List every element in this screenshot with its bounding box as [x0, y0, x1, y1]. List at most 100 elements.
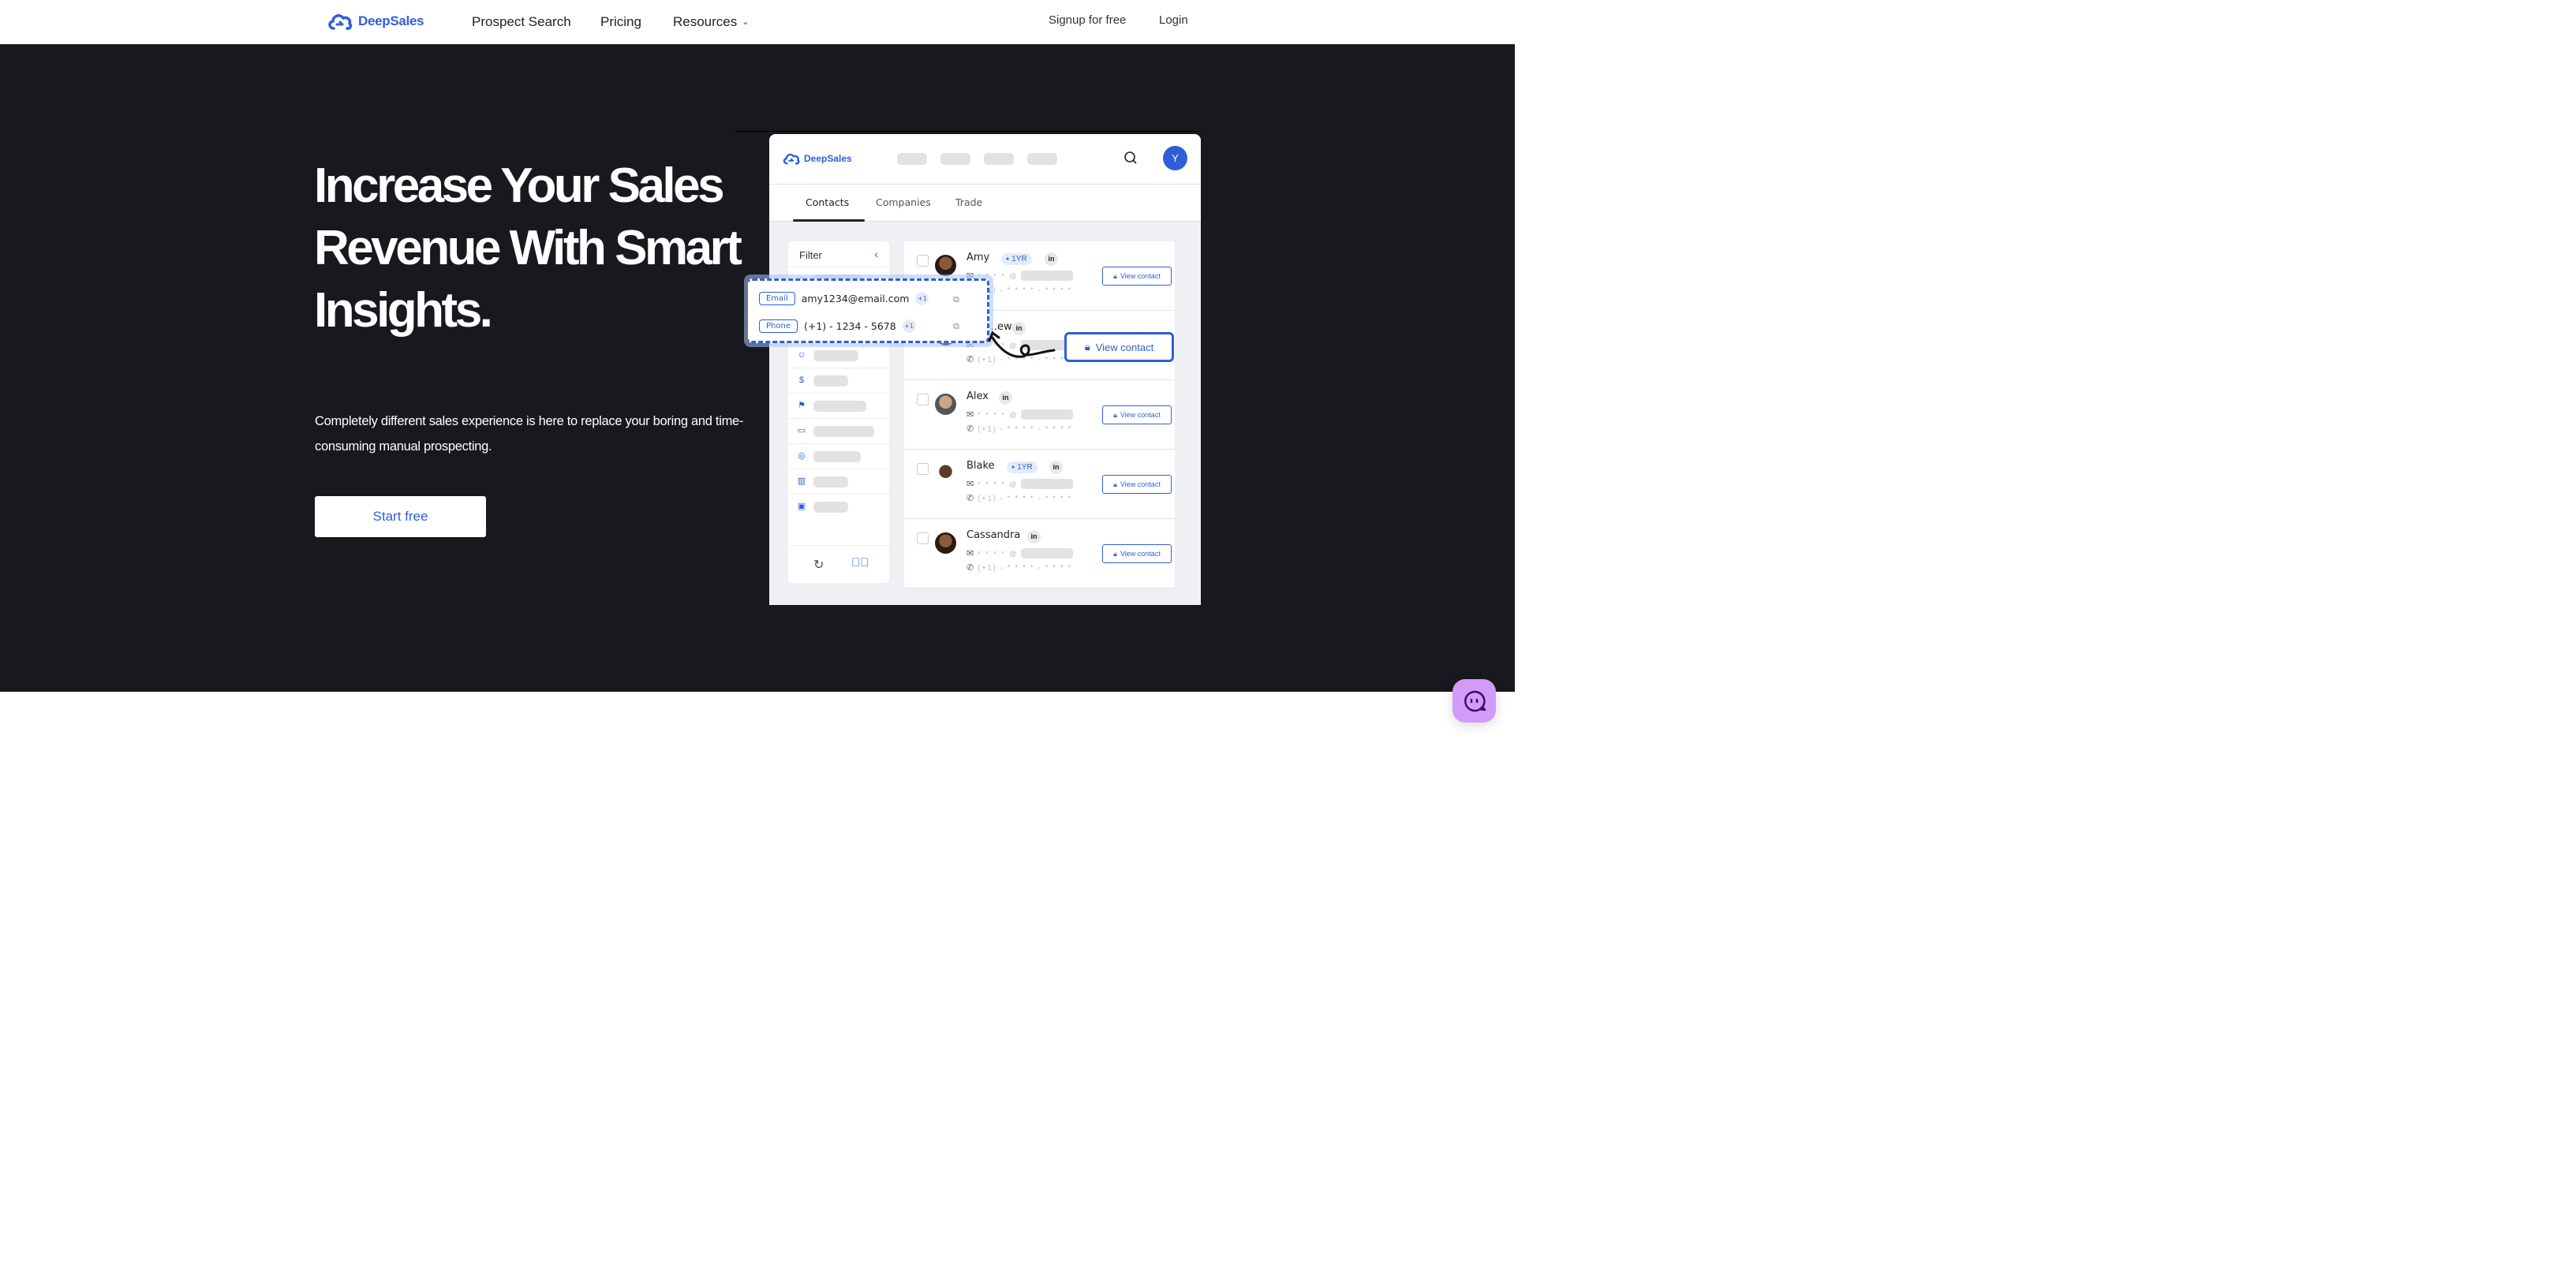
masked-email: ✉* * * * @: [966, 479, 1074, 489]
luggage-icon: ▥: [797, 476, 806, 486]
chat-widget-button[interactable]: [1453, 679, 1496, 723]
masked-email: ✉* * * * @: [966, 548, 1074, 558]
popup-phone-row: Phone (+1) - 1234 - 5678 +1: [759, 319, 916, 333]
mail-icon: ✉: [966, 549, 974, 558]
cloud-logo-icon: [328, 14, 353, 30]
phone-icon: ✆: [966, 494, 974, 503]
apply-check-icon[interactable]: ✓⃝: [851, 556, 869, 570]
brand-logo[interactable]: DeepSales: [327, 11, 424, 32]
avatar: [935, 463, 956, 484]
linkedin-icon[interactable]: in: [999, 391, 1012, 405]
cloud-logo-icon: [783, 153, 800, 165]
masked-phone: ✆(+1) - * * * * - * * * *: [966, 494, 1072, 503]
chart-chat-icon: ▣: [797, 502, 806, 511]
mockup-tabs: Contacts Companies Trade: [769, 185, 1201, 222]
login-link[interactable]: Login: [1159, 13, 1188, 27]
contact-name: Amy: [966, 252, 990, 263]
lock-icon: 🔒︎: [1113, 549, 1117, 558]
filter-item[interactable]: ⚑: [788, 393, 889, 418]
search-icon[interactable]: [1123, 151, 1138, 165]
phone-icon: ✆: [966, 355, 974, 364]
view-contact-button[interactable]: 🔒︎ View contact: [1102, 267, 1172, 286]
linkedin-icon[interactable]: in: [1045, 252, 1058, 266]
contact-row[interactable]: Alex in ✉ * * * * @ ✆ (+1) - * * * * - * *…: [904, 380, 1175, 450]
nav-resources[interactable]: Resources ⌄: [673, 14, 749, 30]
dollar-icon: $: [798, 375, 805, 385]
tenure-badge: 1YR: [1001, 253, 1032, 265]
contact-name: Blake: [966, 460, 995, 472]
filter-item[interactable]: ▭: [788, 418, 889, 443]
phone-label: Phone: [759, 319, 798, 333]
view-contact-button[interactable]: 🔒︎ View contact: [1102, 544, 1172, 563]
row-checkbox[interactable]: [917, 394, 929, 405]
reset-icon[interactable]: ↻: [813, 557, 824, 573]
avatar: [935, 394, 956, 415]
mockup-logo: DeepSales: [782, 151, 852, 166]
collapse-chevron-icon[interactable]: ‹: [874, 248, 878, 260]
briefcase-icon: ▭: [797, 426, 806, 435]
phone-icon: ✆: [966, 424, 974, 434]
flag-icon: ⚑: [798, 401, 806, 410]
mail-icon: ✉: [966, 480, 974, 489]
nav-placeholder: [984, 153, 1014, 165]
filter-item[interactable]: ▥: [788, 469, 889, 494]
contact-row[interactable]: Cassandra in ✉ * * * * @ ✆ (+1) - * * * * …: [904, 519, 1175, 588]
mockup-brand-name: DeepSales: [804, 153, 852, 164]
revealed-email[interactable]: amy1234@email.com: [802, 293, 910, 304]
linkedin-icon[interactable]: in: [1049, 461, 1063, 474]
row-checkbox[interactable]: [917, 255, 929, 267]
extra-count-badge: +1: [915, 292, 929, 305]
view-contact-button[interactable]: 🔒︎ View contact: [1102, 475, 1172, 494]
email-label: Email: [759, 292, 795, 305]
masked-phone: ✆(+1) - * * * * - * * * *: [966, 563, 1072, 573]
filter-item[interactable]: ▣: [788, 494, 889, 519]
copy-icon[interactable]: ⧉: [953, 295, 959, 305]
view-contact-button[interactable]: 🔒︎ View contact: [1102, 405, 1172, 424]
contact-row[interactable]: Blake 1YR in ✉* * * * @ ✆(+1) - * * * * …: [904, 450, 1175, 519]
brand-name: DeepSales: [358, 13, 424, 28]
hero-headline: Increase Your Sales Revenue With Smart I…: [314, 159, 742, 338]
signup-link[interactable]: Signup for free: [1049, 13, 1126, 27]
filter-footer: ↻ ✓⃝: [788, 545, 889, 583]
copy-icon[interactable]: ⧉: [953, 322, 959, 332]
lock-icon: 🔒︎: [1084, 341, 1090, 353]
active-tab-indicator: [793, 219, 865, 222]
lock-icon: 🔒︎: [1113, 410, 1117, 419]
tab-contacts[interactable]: Contacts: [806, 196, 849, 208]
popup-card: Email amy1234@email.com +1 ⧉ Phone (+1) …: [748, 278, 989, 343]
start-free-button[interactable]: Start free: [315, 496, 486, 537]
contact-name: Cassandra: [966, 529, 1021, 541]
tenure-badge: 1YR: [1007, 461, 1038, 473]
phone-icon: ✆: [966, 563, 974, 573]
chevron-down-icon: ⌄: [742, 17, 750, 27]
nav-pricing[interactable]: Pricing: [600, 14, 641, 30]
hero-subtext: Completely different sales experience is…: [315, 414, 744, 454]
filter-item[interactable]: $: [788, 368, 889, 393]
filter-title: Filter: [799, 249, 822, 261]
contact-name: Alex: [966, 390, 989, 402]
curved-arrow-icon: [988, 331, 1056, 358]
row-checkbox[interactable]: [917, 532, 929, 544]
mail-icon: ✉: [966, 410, 974, 420]
view-contact-button-highlighted[interactable]: 🔒︎ View contact: [1064, 332, 1174, 362]
people-icon: ☺: [797, 350, 806, 360]
tab-companies[interactable]: Companies: [876, 196, 931, 208]
avatar: [935, 255, 956, 276]
nav-placeholder: [1027, 153, 1057, 165]
nav-placeholder: [940, 153, 970, 165]
linkedin-icon[interactable]: in: [1027, 530, 1041, 543]
row-checkbox[interactable]: [917, 463, 929, 475]
hero-section: [0, 44, 1515, 692]
contact-reveal-popup: Email amy1234@email.com +1 ⧉ Phone (+1) …: [744, 274, 993, 347]
nav-prospect-search[interactable]: Prospect Search: [472, 14, 571, 30]
chat-bubble-icon: [1464, 690, 1486, 711]
lock-icon: 🔒︎: [1113, 271, 1117, 280]
nav-placeholder: [897, 153, 927, 165]
user-avatar[interactable]: Y: [1163, 146, 1187, 170]
filter-item[interactable]: ◎: [788, 443, 889, 469]
top-nav: DeepSales Prospect Search Pricing Resour…: [0, 0, 1515, 44]
lock-icon: 🔒︎: [1113, 480, 1117, 488]
product-mockup: DeepSales Y Contacts Companies Trade Fil…: [769, 134, 1201, 605]
tab-trade[interactable]: Trade: [955, 196, 982, 208]
revealed-phone[interactable]: (+1) - 1234 - 5678: [804, 320, 896, 332]
